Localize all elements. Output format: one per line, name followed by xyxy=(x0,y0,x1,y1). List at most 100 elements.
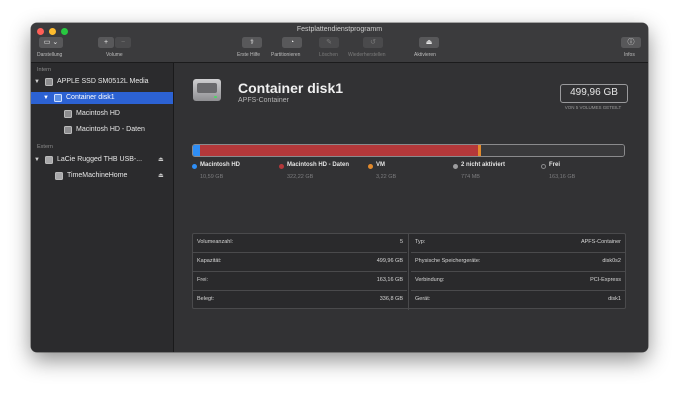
volume-icon xyxy=(55,172,63,180)
eject-icon[interactable]: ⏏ xyxy=(158,170,164,182)
minus-icon: − xyxy=(120,39,126,46)
info-value: APFS-Container xyxy=(580,239,621,245)
disclosure-triangle-icon[interactable]: ▼ xyxy=(43,92,49,104)
window-title: Festplattendienstprogramm xyxy=(296,26,383,33)
column-divider xyxy=(408,234,409,310)
info-key: Gerät: xyxy=(415,296,431,302)
legend-swatch xyxy=(541,164,546,169)
usage-segment-0 xyxy=(193,145,201,156)
info-key: Volumeanzahl: xyxy=(197,239,234,245)
info-row: Belegt: 336,8 GB xyxy=(193,291,407,310)
legend-name: Macintosh HD - Daten xyxy=(287,162,350,168)
erase-button[interactable]: ✎ xyxy=(319,37,339,48)
info-key: Verbindung: xyxy=(415,277,445,283)
disclosure-triangle-icon[interactable]: ▼ xyxy=(34,76,40,88)
disclosure-triangle-icon[interactable]: ▼ xyxy=(34,154,40,166)
usage-bar xyxy=(192,144,625,157)
legend-name: Macintosh HD xyxy=(200,162,241,168)
mount-icon: ⏏ xyxy=(425,39,433,46)
detail-pane: Container disk1 APFS-Container 499,96 GB… xyxy=(174,63,648,352)
info-row: Frei: 163,16 GB xyxy=(193,272,407,291)
info-key: Frei: xyxy=(197,277,208,283)
legend-swatch xyxy=(453,164,458,169)
external-disk-icon xyxy=(45,156,53,164)
sidebar-item-label: APPLE SSD SM0512L Media xyxy=(57,78,149,85)
info-key: Kapazität: xyxy=(197,258,222,264)
legend-name: Frei xyxy=(549,162,561,168)
remove-volume-button[interactable]: − xyxy=(115,37,131,48)
legend-name: VM xyxy=(376,162,385,168)
sidebar-item-label: TimeMachineHome xyxy=(67,172,128,179)
sidebar-item-container-disk1[interactable]: ▼ Container disk1 xyxy=(31,92,173,104)
sidebar-section-extern: Extern xyxy=(37,144,53,150)
app-window: Festplattendienstprogramm ▭ ⌄ Darstellun… xyxy=(31,23,648,352)
mount-label: Aktivieren xyxy=(414,52,436,58)
capacity-value: 499,96 GB xyxy=(570,87,618,98)
sidebar-item-label: Container disk1 xyxy=(66,94,115,101)
info-table: Volumeanzahl: 5 Kapazität: 499,96 GB Fre… xyxy=(192,233,626,310)
volume-icon xyxy=(64,110,72,118)
partition-button[interactable]: ◔ xyxy=(282,37,302,48)
title-bar: Festplattendienstprogramm ▭ ⌄ Darstellun… xyxy=(31,23,648,63)
erase-icon: ✎ xyxy=(326,39,332,46)
info-icon: ⓘ xyxy=(627,39,635,46)
restore-button[interactable]: ↺ xyxy=(363,37,383,48)
info-key: Physische Speichergeräte: xyxy=(415,258,481,264)
page-subtitle: APFS-Container xyxy=(238,97,289,104)
legend-size: 163,16 GB xyxy=(549,174,576,180)
sidebar-view-icon: ▭ ⌄ xyxy=(43,39,59,46)
view-label: Darstellung xyxy=(37,52,63,58)
legend-swatch xyxy=(192,164,197,169)
info-label: Infos xyxy=(624,52,635,58)
info-button[interactable]: ⓘ xyxy=(621,37,641,48)
plus-icon: + xyxy=(103,39,109,46)
mount-button[interactable]: ⏏ xyxy=(419,37,439,48)
sidebar: Intern ▼ APPLE SSD SM0512L Media ▼ Conta… xyxy=(31,63,174,352)
usage-segment-1 xyxy=(200,145,478,156)
capacity-shared-label: VON 5 VOLUMES GETEILT xyxy=(564,105,622,110)
sidebar-item-macintosh-hd-daten[interactable]: Macintosh HD - Daten xyxy=(31,124,173,136)
sidebar-item-timemachinehome[interactable]: TimeMachineHome ⏏ xyxy=(31,170,173,182)
sidebar-item-macintosh-hd[interactable]: Macintosh HD xyxy=(31,108,173,120)
container-disk-icon xyxy=(193,79,221,101)
legend-swatch xyxy=(368,164,373,169)
restore-label: Wiederherstellen xyxy=(348,52,386,58)
restore-icon: ↺ xyxy=(370,39,376,46)
legend-size: 3,22 GB xyxy=(376,174,397,180)
info-value: disk0s2 xyxy=(602,258,621,264)
volume-label: Volume xyxy=(106,52,123,58)
legend-size: 322,22 GB xyxy=(287,174,314,180)
volume-icon xyxy=(64,126,72,134)
usage-segment-4 xyxy=(481,145,624,156)
add-volume-button[interactable]: + xyxy=(98,37,114,48)
legend-name: 2 nicht aktiviert xyxy=(461,162,506,168)
info-key: Belegt: xyxy=(197,296,215,302)
info-row: Kapazität: 499,96 GB xyxy=(193,253,407,272)
info-row: Gerät: disk1 xyxy=(411,291,625,310)
info-row: Volumeanzahl: 5 xyxy=(193,234,407,253)
page-title: Container disk1 xyxy=(238,80,344,96)
internal-disk-icon xyxy=(45,78,53,86)
info-value: 5 xyxy=(399,239,403,245)
partition-pie-icon: ◔ xyxy=(289,39,295,46)
info-value: disk1 xyxy=(608,296,621,302)
view-menu-button[interactable]: ▭ ⌄ xyxy=(39,37,63,48)
first-aid-label: Erste Hilfe xyxy=(237,52,261,58)
eject-icon[interactable]: ⏏ xyxy=(158,154,164,166)
info-value: 336,8 GB xyxy=(379,296,403,302)
sidebar-item-apple-ssd[interactable]: ▼ APPLE SSD SM0512L Media xyxy=(31,76,173,88)
legend-size: 10,59 GB xyxy=(200,174,224,180)
info-row: Typ: APFS-Container xyxy=(411,234,625,253)
capacity-box: 499,96 GB xyxy=(560,84,628,103)
info-value: PCI-Express xyxy=(590,277,621,283)
container-icon xyxy=(54,94,62,102)
first-aid-button[interactable]: ⚕ xyxy=(242,37,262,48)
info-row: Verbindung: PCI-Express xyxy=(411,272,625,291)
legend-swatch xyxy=(279,164,284,169)
sidebar-item-lacie[interactable]: ▼ LaCie Rugged THB USB-... ⏏ xyxy=(31,154,173,166)
sidebar-section-intern: Intern xyxy=(37,67,52,73)
legend-size: 774 MB xyxy=(461,174,480,180)
erase-label: Löschen xyxy=(319,52,338,58)
info-key: Typ: xyxy=(415,239,426,245)
info-value: 163,16 GB xyxy=(376,277,403,283)
